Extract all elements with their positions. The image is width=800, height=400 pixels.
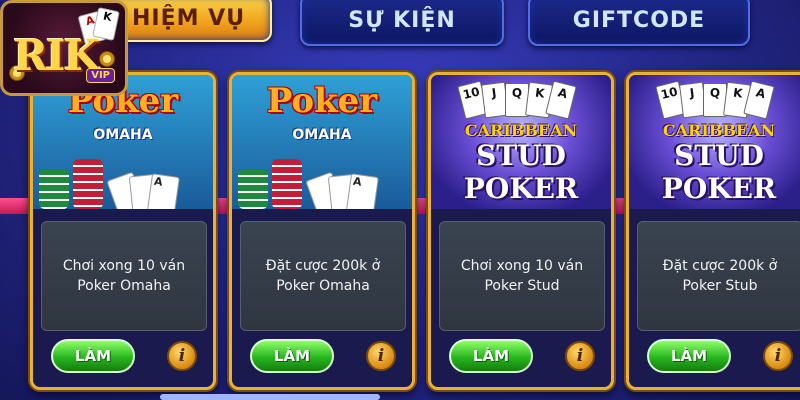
playing-cards-icon: 10 J Q K A bbox=[655, 80, 779, 120]
info-icon[interactable]: i bbox=[565, 341, 595, 371]
do-mission-button[interactable]: LÀM bbox=[449, 339, 533, 373]
caribbean-stud-art: 10 J Q K A CARIBBEAN STUD POKER bbox=[629, 75, 800, 209]
poker-omaha-art: Poker OMAHA A bbox=[232, 75, 412, 209]
scroll-indicator bbox=[160, 394, 380, 400]
caribbean-stud-art: 10 J Q K A CARIBBEAN STUD POKER bbox=[431, 75, 611, 209]
art-title: CARIBBEAN bbox=[662, 121, 776, 140]
rik-vip-logo: A K RIK VIP bbox=[0, 0, 128, 96]
art-subtitle: OMAHA bbox=[292, 127, 352, 143]
mission-description: Chơi xong 10 ván Poker Omaha bbox=[62, 258, 186, 294]
chip-stack-icon bbox=[238, 151, 308, 209]
logo-vip-badge: VIP bbox=[86, 68, 115, 83]
mission-card: 10 J Q K A CARIBBEAN STUD POKER Chơi xon… bbox=[428, 72, 614, 390]
mission-description: Chơi xong 10 ván Poker Stud bbox=[460, 258, 584, 294]
mission-description-panel: Chơi xong 10 ván Poker Omaha bbox=[41, 221, 207, 331]
mission-description-panel: Chơi xong 10 ván Poker Stud bbox=[439, 221, 605, 331]
playing-cards-icon: A bbox=[305, 159, 392, 209]
tab-giftcode[interactable]: GIFTCODE bbox=[528, 0, 750, 46]
mission-card: 10 J Q K A CARIBBEAN STUD POKER Đặt cược… bbox=[626, 72, 800, 390]
mission-card: Poker OMAHA A Chơi xong 10 ván Poker Oma… bbox=[30, 72, 216, 390]
do-mission-button[interactable]: LÀM bbox=[51, 339, 135, 373]
info-icon[interactable]: i bbox=[763, 341, 793, 371]
mission-description: Đặt cược 200k ở Poker Omaha bbox=[265, 258, 381, 294]
do-mission-button[interactable]: LÀM bbox=[647, 339, 731, 373]
do-mission-button[interactable]: LÀM bbox=[250, 339, 334, 373]
chip-stack-icon bbox=[39, 151, 109, 209]
art-subtitle: STUD POKER bbox=[463, 139, 579, 205]
art-subtitle: STUD POKER bbox=[661, 139, 777, 205]
mission-description-panel: Đặt cược 200k ở Poker Stub bbox=[637, 221, 800, 331]
playing-cards-icon: 10 J Q K A bbox=[457, 80, 581, 120]
art-title: CARIBBEAN bbox=[464, 121, 578, 140]
chip-icon bbox=[99, 51, 115, 67]
corner-card: A bbox=[146, 173, 180, 209]
art-subtitle: OMAHA bbox=[93, 127, 153, 143]
info-icon[interactable]: i bbox=[366, 341, 396, 371]
corner-card: A bbox=[345, 173, 379, 209]
info-icon[interactable]: i bbox=[167, 341, 197, 371]
art-title: Poker bbox=[266, 81, 378, 121]
mission-description-panel: Đặt cược 200k ở Poker Omaha bbox=[240, 221, 406, 331]
mission-card: Poker OMAHA A Đặt cược 200k ở Poker Omah… bbox=[229, 72, 415, 390]
playing-cards-icon: A bbox=[106, 159, 193, 209]
mission-description: Đặt cược 200k ở Poker Stub bbox=[662, 258, 778, 294]
tab-su-kien[interactable]: SỰ KIỆN bbox=[300, 0, 504, 46]
